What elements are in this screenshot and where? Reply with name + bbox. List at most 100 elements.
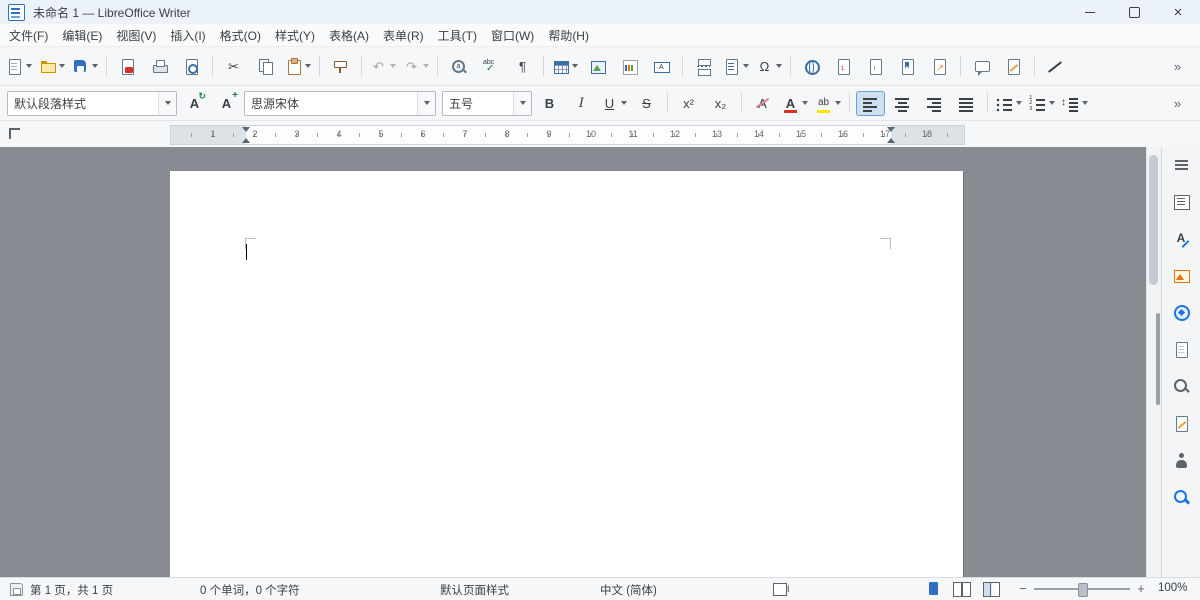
new-document-dropdown-arrow[interactable]: [26, 64, 32, 68]
open-dropdown-arrow[interactable]: [59, 64, 65, 68]
horizontal-ruler[interactable]: 123456789101112131415161718: [170, 125, 965, 145]
line-spacing-button[interactable]: [1060, 91, 1090, 116]
clone-formatting-button[interactable]: [326, 54, 355, 79]
document-area[interactable]: [0, 147, 1146, 577]
left-indent-marker-top[interactable]: [242, 127, 250, 132]
insert-cross-reference-button[interactable]: [925, 54, 954, 79]
zoom-slider[interactable]: [1034, 588, 1130, 590]
zoom-slider-thumb[interactable]: [1078, 583, 1088, 597]
align-justify-button[interactable]: [952, 91, 981, 116]
paste-button[interactable]: [283, 54, 313, 79]
accessibility-check-button[interactable]: [1166, 447, 1196, 473]
page-number-status[interactable]: 第 1 页，共 1 页: [30, 582, 113, 598]
paste-dropdown-arrow[interactable]: [305, 64, 311, 68]
font-color-dropdown-arrow[interactable]: [802, 101, 808, 105]
minimize-button[interactable]: [1068, 0, 1112, 24]
underline-dropdown-arrow[interactable]: [621, 101, 627, 105]
insert-field-dropdown-arrow[interactable]: [743, 64, 749, 68]
insert-line-button[interactable]: [1041, 54, 1070, 79]
insert-chart-button[interactable]: [615, 54, 644, 79]
close-button[interactable]: ×: [1156, 0, 1200, 24]
maximize-button[interactable]: [1112, 0, 1156, 24]
insert-endnote-button[interactable]: [861, 54, 890, 79]
left-indent-marker-bottom[interactable]: [242, 138, 250, 143]
find-and-replace-button[interactable]: [444, 54, 473, 79]
new-style-button[interactable]: A: [212, 91, 241, 116]
menu-window[interactable]: 窗口(W): [484, 25, 541, 46]
print-preview-button[interactable]: [177, 54, 206, 79]
redo-button[interactable]: ↷: [401, 54, 431, 79]
ordered-list-button[interactable]: [1027, 91, 1057, 116]
insert-hyperlink-button[interactable]: [797, 54, 826, 79]
scrollbar-thumb[interactable]: [1149, 155, 1158, 285]
insert-special-character-button[interactable]: Ω: [754, 54, 784, 79]
page-style-status[interactable]: 默认页面样式: [440, 582, 509, 598]
line-spacing-dropdown-arrow[interactable]: [1082, 101, 1088, 105]
paragraph-style-combobox[interactable]: 默认段落样式: [7, 91, 177, 116]
styles-button[interactable]: A: [1166, 225, 1196, 251]
unordered-list-dropdown-arrow[interactable]: [1016, 101, 1022, 105]
align-left-button[interactable]: [856, 91, 885, 116]
insert-page-break-button[interactable]: [689, 54, 718, 79]
insert-image-button[interactable]: [583, 54, 612, 79]
zoom-percent[interactable]: 100%: [1158, 582, 1187, 594]
clear-formatting-button[interactable]: A: [748, 91, 777, 116]
save-dropdown-arrow[interactable]: [92, 64, 98, 68]
page-button[interactable]: [1166, 336, 1196, 362]
menu-format[interactable]: 格式(O): [213, 25, 268, 46]
tab-stop-selector[interactable]: [9, 128, 20, 139]
style-inspector-button[interactable]: [1166, 373, 1196, 399]
formatting-marks-button[interactable]: ¶: [508, 54, 537, 79]
sidebar-splitter[interactable]: [1156, 313, 1160, 405]
save-status-icon[interactable]: [8, 580, 25, 597]
new-document-button[interactable]: [4, 54, 34, 79]
insert-table-button[interactable]: [550, 54, 580, 79]
insert-footnote-button[interactable]: [829, 54, 858, 79]
font-color-button[interactable]: A: [780, 91, 810, 116]
insert-special-character-dropdown-arrow[interactable]: [776, 64, 782, 68]
find-button[interactable]: [1166, 484, 1196, 510]
copy-button[interactable]: [251, 54, 280, 79]
redo-dropdown-arrow[interactable]: [423, 64, 429, 68]
export-pdf-button[interactable]: [113, 54, 142, 79]
right-indent-marker-bottom[interactable]: [887, 138, 895, 143]
multi-page-view-button[interactable]: [953, 580, 970, 597]
paragraph-style-dropdown-arrow[interactable]: [158, 92, 176, 115]
highlight-color-dropdown-arrow[interactable]: [835, 101, 841, 105]
underline-button[interactable]: U: [599, 91, 629, 116]
font-name-dropdown-arrow[interactable]: [417, 92, 435, 115]
formatting-toolbar-overflow-button[interactable]: »: [1159, 91, 1196, 116]
font-size-dropdown-arrow[interactable]: [513, 92, 531, 115]
single-page-view-button[interactable]: [925, 580, 942, 597]
insert-text-box-button[interactable]: [647, 54, 676, 79]
cut-button[interactable]: ✂: [219, 54, 248, 79]
unordered-list-button[interactable]: [994, 91, 1024, 116]
bold-button[interactable]: B: [535, 91, 564, 116]
undo-dropdown-arrow[interactable]: [390, 64, 396, 68]
highlight-color-button[interactable]: ab: [813, 91, 843, 116]
insert-table-dropdown-arrow[interactable]: [572, 64, 578, 68]
gallery-button[interactable]: [1166, 262, 1196, 288]
menu-help[interactable]: 帮助(H): [541, 25, 596, 46]
insert-comment-button[interactable]: [967, 54, 996, 79]
menu-table[interactable]: 表格(A): [322, 25, 376, 46]
open-button[interactable]: [37, 54, 67, 79]
ordered-list-dropdown-arrow[interactable]: [1049, 101, 1055, 105]
superscript-button[interactable]: x²: [674, 91, 703, 116]
undo-button[interactable]: ↶: [368, 54, 398, 79]
menu-view[interactable]: 视图(V): [109, 25, 163, 46]
properties-button[interactable]: [1166, 188, 1196, 214]
update-style-button[interactable]: A: [180, 91, 209, 116]
manage-changes-button[interactable]: [1166, 410, 1196, 436]
menu-form[interactable]: 表单(R): [376, 25, 431, 46]
language-status[interactable]: 中文 (简体): [600, 582, 657, 598]
font-size-combobox[interactable]: 五号: [442, 91, 532, 116]
zoom-out-button[interactable]: −: [1016, 581, 1030, 596]
save-button[interactable]: [70, 54, 100, 79]
sidebar-settings-button[interactable]: [1166, 151, 1196, 177]
italic-button[interactable]: I: [567, 91, 596, 116]
print-button[interactable]: [145, 54, 174, 79]
right-indent-marker-top[interactable]: [887, 127, 895, 132]
menu-file[interactable]: 文件(F): [2, 25, 55, 46]
insert-field-button[interactable]: [721, 54, 751, 79]
